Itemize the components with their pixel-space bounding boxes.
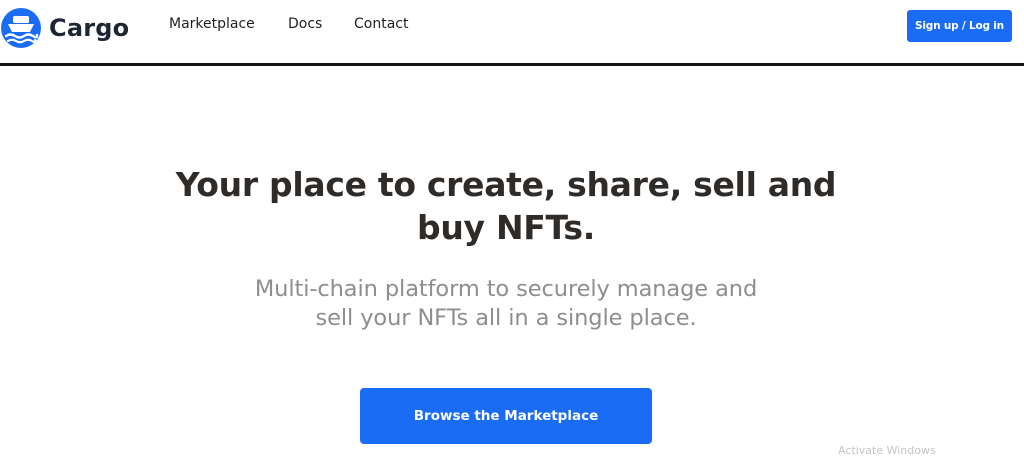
nav-link-docs[interactable]: Docs bbox=[288, 16, 322, 32]
brand-name: Cargo bbox=[49, 14, 130, 42]
site-header: Cargo Marketplace Docs Contact Sign up /… bbox=[0, 0, 1024, 62]
hero-title: Your place to create, share, sell and bu… bbox=[175, 165, 837, 247]
nav-link-contact[interactable]: Contact bbox=[354, 16, 408, 32]
ship-icon bbox=[1, 8, 41, 48]
nav-link-marketplace[interactable]: Marketplace bbox=[169, 16, 255, 32]
browse-marketplace-button[interactable]: Browse the Marketplace bbox=[360, 388, 652, 444]
activation-watermark: Activate Windows bbox=[838, 444, 936, 457]
signup-login-button[interactable]: Sign up / Log in bbox=[907, 10, 1012, 42]
hero-subtitle: Multi-chain platform to securely manage … bbox=[254, 276, 758, 331]
brand-logo[interactable]: Cargo bbox=[0, 6, 129, 50]
header-divider bbox=[0, 63, 1024, 66]
